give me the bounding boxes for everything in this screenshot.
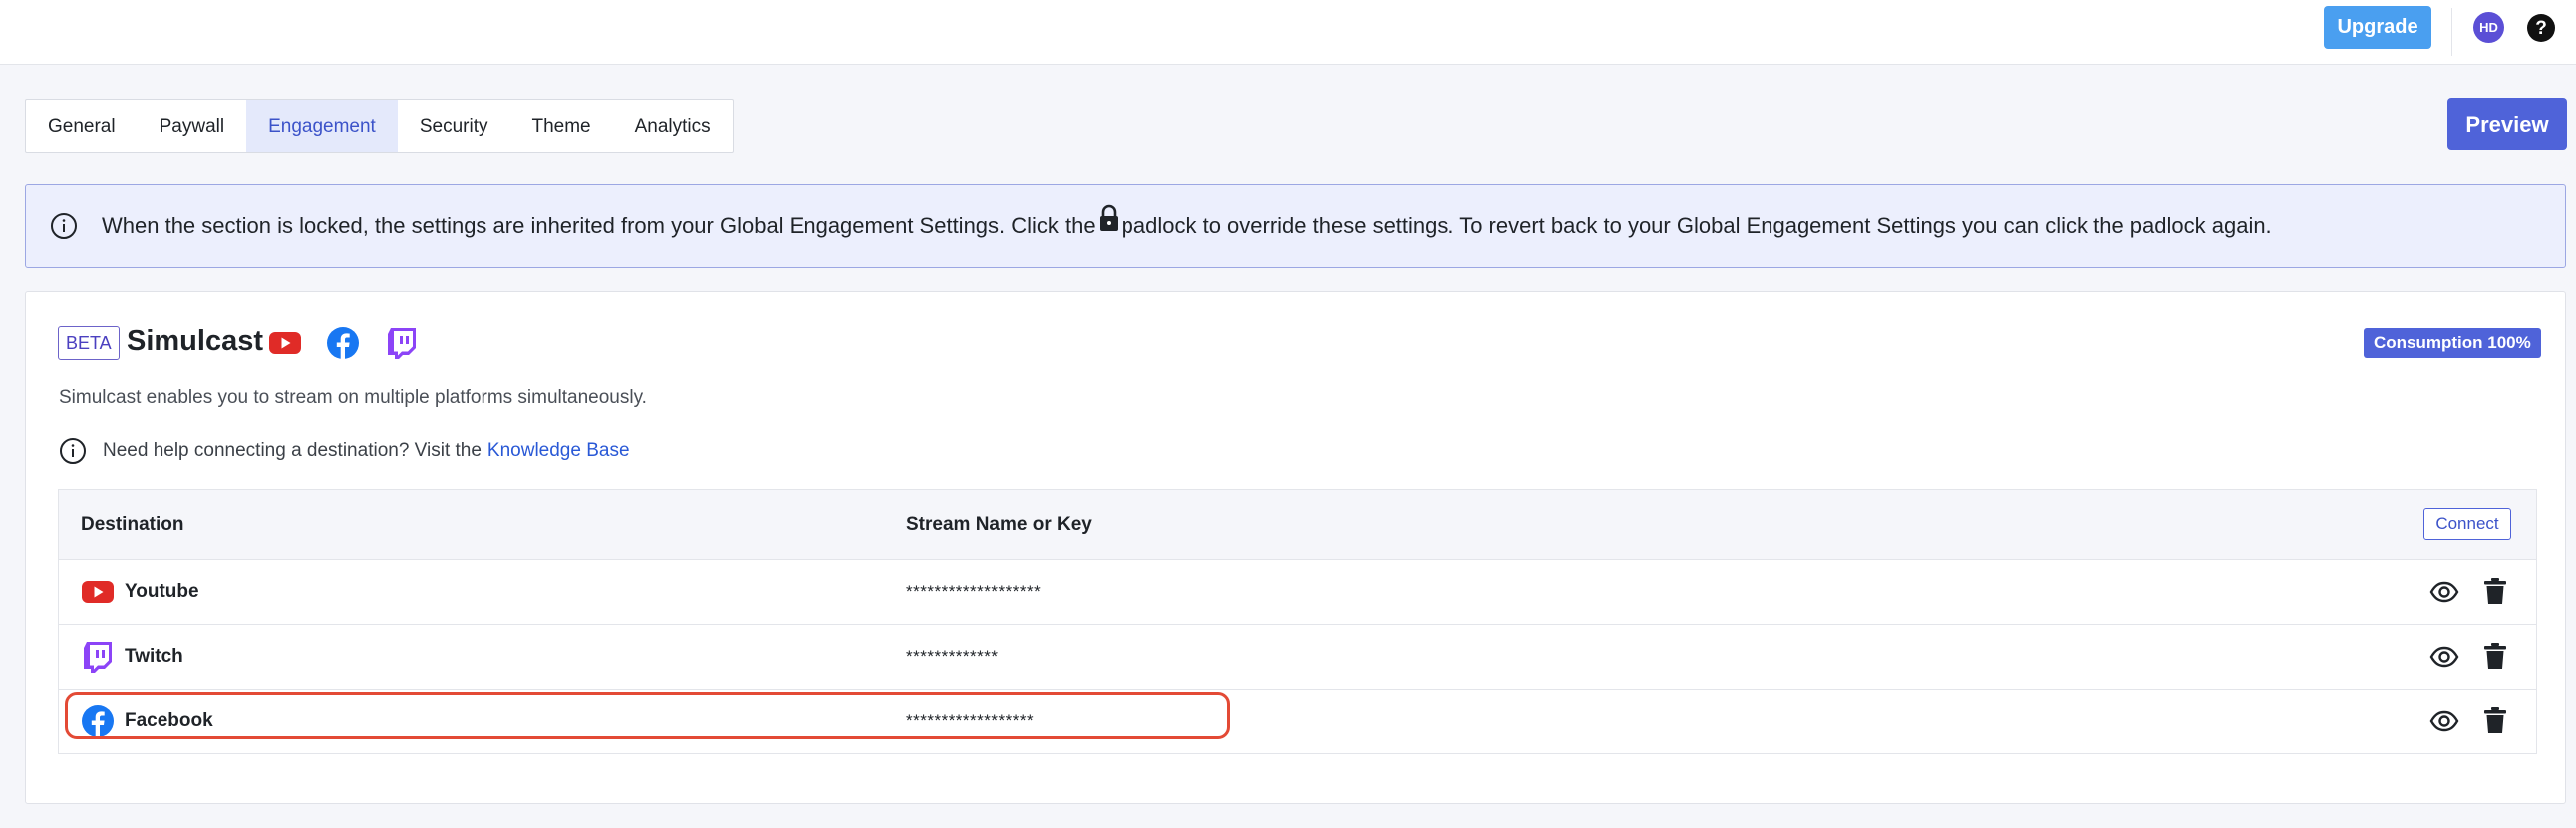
tab-general[interactable]: General [26,100,138,152]
eye-icon[interactable] [2429,645,2459,669]
twitch-icon [388,328,416,359]
top-bar: Upgrade HD ? [0,0,2576,65]
trash-icon[interactable] [2483,706,2507,734]
table-row: Twitch ************* [59,625,2536,690]
destination-name: Twitch [125,646,183,667]
svg-text:?: ? [2535,18,2547,39]
eye-icon[interactable] [2429,709,2459,733]
padlock-icon [1099,204,1118,231]
column-header-stream-key: Stream Name or Key [906,514,1092,535]
top-divider [2451,8,2452,56]
stream-key: ****************** [906,711,1035,730]
tab-paywall[interactable]: Paywall [138,100,246,152]
stream-key: ************* [906,647,999,666]
banner-text-before: When the section is locked, the settings… [102,213,1096,238]
eye-icon[interactable] [2429,580,2459,604]
help-text: Need help connecting a destination? Visi… [103,440,482,461]
tab-analytics[interactable]: Analytics [613,100,733,152]
youtube-icon [269,332,301,354]
upgrade-button[interactable]: Upgrade [2324,6,2431,49]
knowledge-base-link[interactable]: Knowledge Base [487,440,630,462]
simulcast-description: Simulcast enables you to stream on multi… [59,387,647,408]
info-circle-icon [51,213,77,239]
info-banner: When the section is locked, the settings… [25,184,2566,268]
beta-badge: BETA [58,326,120,360]
stream-key: ******************* [906,582,1042,601]
avatar[interactable]: HD [2473,12,2504,43]
facebook-icon [82,705,114,737]
table-row: Youtube ******************* [59,560,2536,625]
preview-button[interactable]: Preview [2447,98,2567,150]
table-header: Destination Stream Name or Key Connect [59,490,2536,560]
trash-icon[interactable] [2483,577,2507,605]
tab-security[interactable]: Security [398,100,510,152]
banner-text-after: padlock to override these settings. To r… [1121,213,2272,238]
consumption-badge: Consumption 100% [2364,328,2541,358]
destinations-table: Destination Stream Name or Key Connect Y… [58,489,2537,754]
banner-text: When the section is locked, the settings… [102,204,2272,239]
connect-button[interactable]: Connect [2423,508,2511,540]
facebook-icon [327,327,359,359]
question-circle-icon[interactable]: ? [2526,13,2556,43]
twitch-icon [84,642,112,673]
settings-tabs: General Paywall Engagement Security Them… [25,99,734,153]
help-row: Need help connecting a destination? Visi… [59,437,630,465]
tab-engagement[interactable]: Engagement [246,100,398,152]
column-header-destination: Destination [81,514,184,535]
youtube-icon [82,581,114,603]
info-circle-icon [60,438,86,464]
destination-name: Facebook [125,710,213,731]
simulcast-card: BETA Simulcast Consumption 100% Simulcas… [25,291,2566,804]
destination-name: Youtube [125,581,199,602]
trash-icon[interactable] [2483,642,2507,670]
tab-theme[interactable]: Theme [509,100,612,152]
simulcast-title: Simulcast [127,325,263,357]
table-row: Facebook ****************** [59,690,2536,753]
